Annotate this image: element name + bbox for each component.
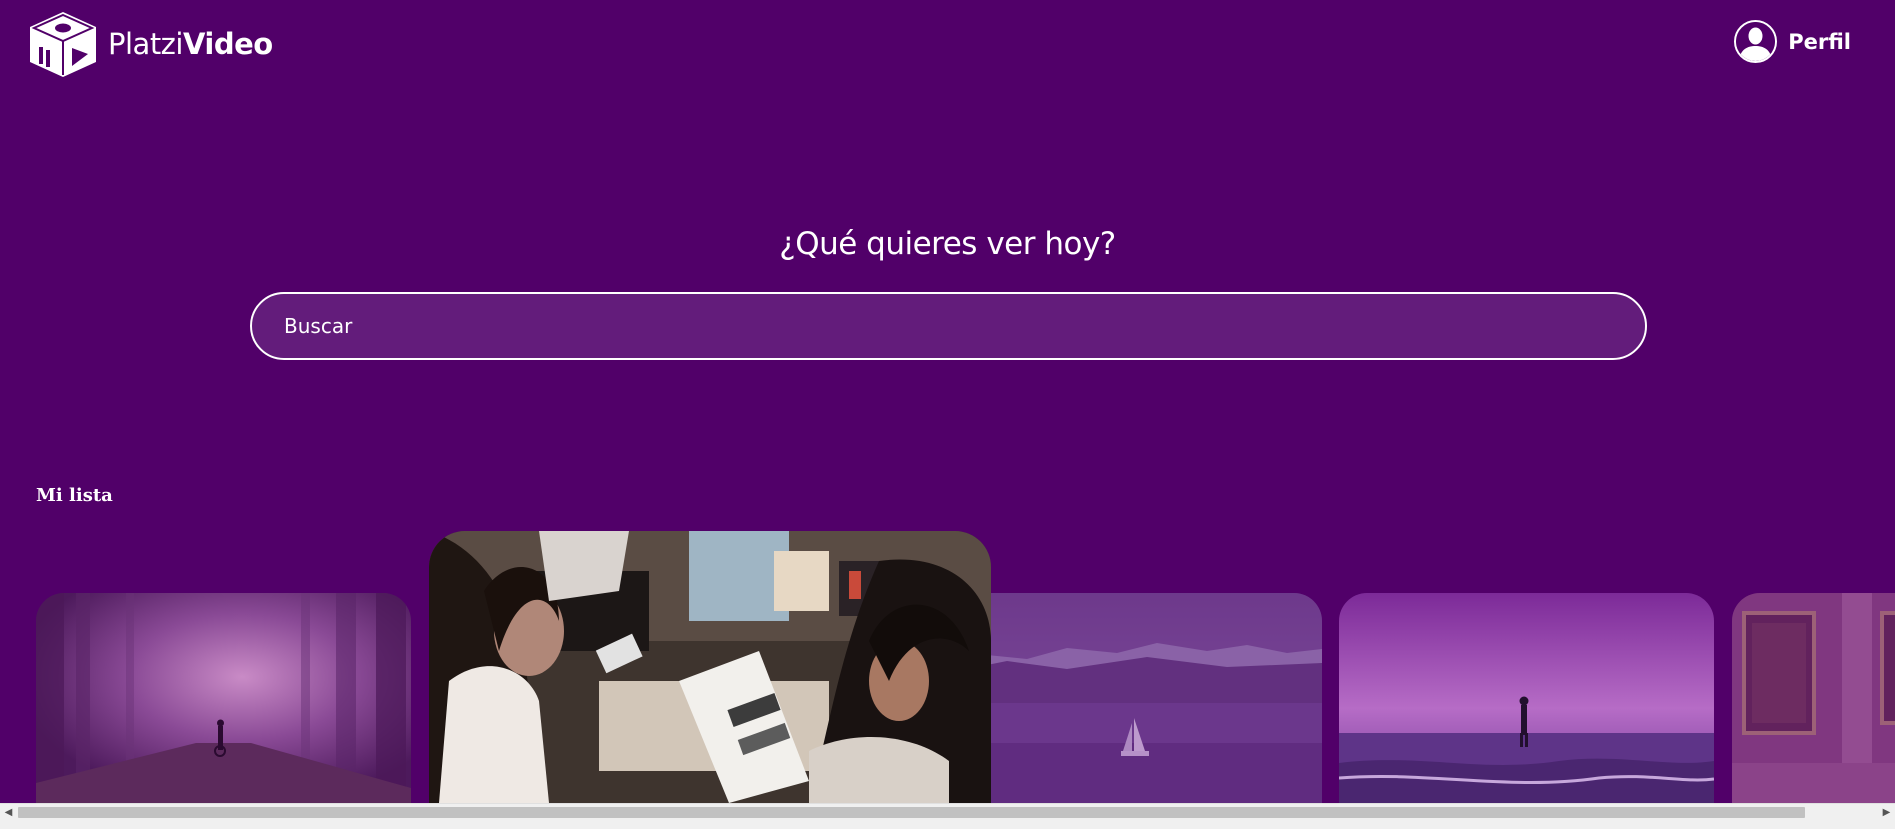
carousel-item-image [1339, 593, 1714, 803]
carousel-item[interactable] [947, 593, 1322, 803]
window-bottom-edge [0, 820, 1895, 829]
carousel-item-image [429, 531, 991, 803]
page: PlatziVideo Perfil ¿Qué quieres ver hoy?… [0, 0, 1895, 829]
carousel-item[interactable] [429, 531, 991, 803]
profile-label: Perfil [1788, 29, 1851, 54]
carousel-item-overlay [1732, 593, 1895, 803]
logo-text-bold: Video [182, 26, 273, 61]
category-title: Mi lista [36, 485, 113, 506]
platzi-video-cube-icon [30, 12, 96, 77]
carousel-item[interactable] [36, 593, 411, 803]
scrollbar-thumb[interactable] [18, 807, 1805, 818]
carousel-item-overlay [947, 593, 1322, 803]
logo-text: PlatziVideo [108, 26, 273, 61]
main-title: ¿Qué quieres ver hoy? [779, 226, 1116, 262]
logo-text-light: Platzi [108, 26, 183, 61]
carousel-item-image [36, 593, 411, 803]
scroll-left-arrow-icon[interactable]: ◀ [0, 804, 17, 821]
search-input[interactable] [250, 292, 1647, 360]
user-avatar-icon [1734, 20, 1778, 63]
carousel-item[interactable] [1339, 593, 1714, 803]
carousel-item[interactable] [1732, 593, 1895, 803]
profile-menu[interactable]: Perfil [1734, 20, 1851, 63]
scroll-right-arrow-icon[interactable]: ▶ [1878, 804, 1895, 821]
logo[interactable]: PlatziVideo [28, 10, 273, 78]
horizontal-scrollbar[interactable]: ◀ ▶ [0, 803, 1895, 821]
